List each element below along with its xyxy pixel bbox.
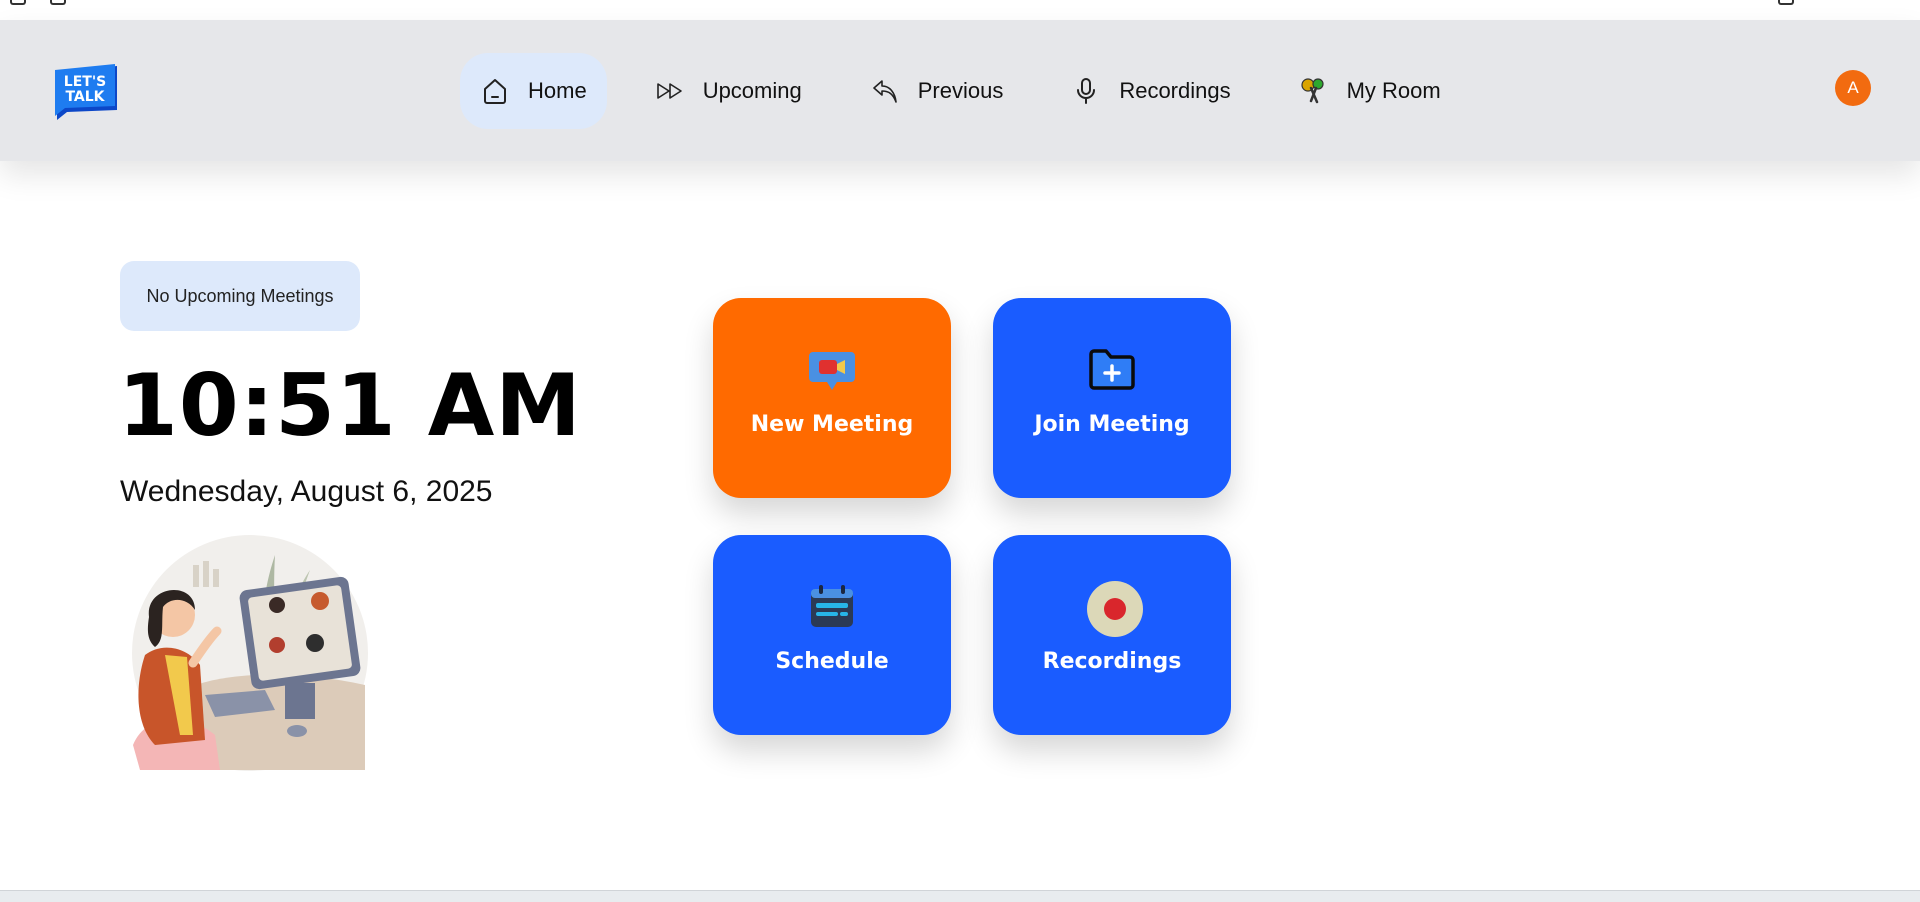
nav-item-previous[interactable]: Previous <box>850 53 1024 129</box>
recordings-card[interactable]: Recordings <box>993 535 1231 735</box>
previous-icon <box>870 76 900 106</box>
browser-top-strip <box>0 0 1920 20</box>
browser-menu-icon <box>1778 0 1794 5</box>
nav-item-label: Upcoming <box>702 78 802 103</box>
window-control-icon <box>10 0 26 5</box>
nav-item-label: Home <box>528 78 587 103</box>
top-navigation-bar: LET'S TALK Home Upcoming Previous Record… <box>0 20 1920 161</box>
folder-plus-icon <box>1087 344 1137 394</box>
nav-item-label: My Room <box>1346 78 1441 103</box>
card-label: New Meeting <box>750 412 914 437</box>
home-icon <box>480 76 510 106</box>
keys-icon <box>1299 76 1329 106</box>
avatar-initial: A <box>1847 78 1859 97</box>
card-label: Recordings <box>1042 649 1182 674</box>
logo-text-line2: TALK <box>65 89 105 105</box>
upcoming-status-badge: No Upcoming Meetings <box>120 261 360 331</box>
nav-item-my-room[interactable]: My Room <box>1279 53 1461 129</box>
user-avatar[interactable]: A <box>1835 70 1871 106</box>
lets-talk-logo[interactable]: LET'S TALK <box>53 62 121 122</box>
current-date: Wednesday, August 6, 2025 <box>120 475 493 508</box>
video-call-illustration <box>125 535 375 775</box>
new-meeting-card[interactable]: New Meeting <box>713 298 951 498</box>
join-meeting-card[interactable]: Join Meeting <box>993 298 1231 498</box>
record-icon <box>1087 581 1143 637</box>
video-chat-icon <box>807 344 857 394</box>
tab-grid-icon <box>50 0 66 5</box>
nav-item-label: Previous <box>917 78 1004 103</box>
card-label: Schedule <box>775 649 889 674</box>
current-time: 10:51 AM <box>118 356 582 456</box>
schedule-card[interactable]: Schedule <box>713 535 951 735</box>
card-label: Join Meeting <box>1034 412 1190 437</box>
nav-item-home[interactable]: Home <box>460 53 607 129</box>
nav-item-recordings[interactable]: Recordings <box>1051 53 1250 129</box>
main-nav: Home Upcoming Previous Recordings My Roo… <box>460 53 1489 129</box>
taskbar-strip <box>0 890 1920 902</box>
microphone-icon <box>1071 76 1101 106</box>
fast-forward-icon <box>655 76 685 106</box>
nav-item-upcoming[interactable]: Upcoming <box>635 53 822 129</box>
logo-text-line1: LET'S <box>64 74 106 90</box>
nav-item-label: Recordings <box>1119 78 1231 103</box>
calendar-icon <box>807 581 857 631</box>
